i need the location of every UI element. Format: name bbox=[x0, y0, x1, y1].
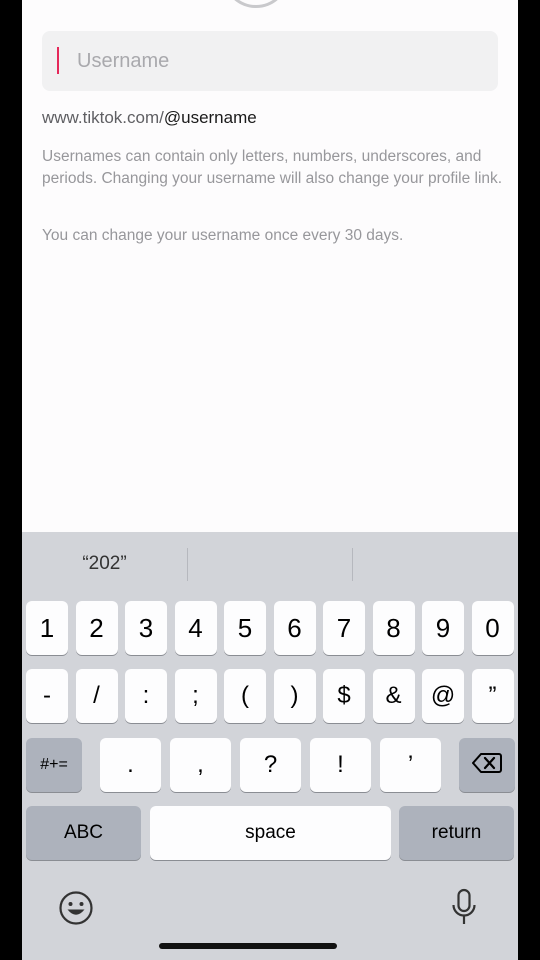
key-symbol[interactable]: : bbox=[125, 669, 167, 723]
key-label: 6 bbox=[287, 612, 302, 643]
key-label: 3 bbox=[138, 612, 154, 643]
key-punctuation[interactable]: . bbox=[100, 738, 161, 792]
key-digit[interactable]: 4 bbox=[174, 601, 217, 655]
key-label: ? bbox=[263, 751, 278, 778]
profile-url-prefix: www.tiktok.com/ bbox=[42, 108, 164, 127]
key-label: ! bbox=[337, 751, 344, 778]
key-label: 9 bbox=[435, 612, 451, 643]
username-edit-screen: www.tiktok.com/@username Usernames can c… bbox=[22, 0, 518, 960]
emoji-icon bbox=[58, 890, 94, 931]
key-symbol[interactable]: @ bbox=[422, 669, 464, 723]
key-label: @ bbox=[430, 682, 456, 709]
key-label: ’ bbox=[407, 751, 414, 778]
key-label: . bbox=[127, 751, 134, 778]
key-label: ) bbox=[290, 682, 299, 709]
delete-key[interactable] bbox=[459, 738, 515, 792]
key-digit[interactable]: 8 bbox=[372, 601, 415, 655]
return-key[interactable]: return bbox=[399, 806, 514, 860]
key-digit[interactable]: 9 bbox=[422, 601, 464, 655]
return-label: return bbox=[431, 822, 482, 843]
key-symbol[interactable]: / bbox=[75, 669, 118, 723]
key-label: ; bbox=[192, 682, 199, 709]
more-symbols-label: #+= bbox=[40, 756, 68, 773]
key-symbol[interactable]: - bbox=[26, 669, 68, 723]
dictation-button[interactable] bbox=[444, 888, 484, 932]
key-label: : bbox=[142, 682, 150, 709]
key-symbol[interactable]: ( bbox=[224, 669, 266, 723]
home-indicator bbox=[159, 943, 337, 949]
emoji-button[interactable] bbox=[56, 890, 96, 930]
space-label: space bbox=[245, 822, 296, 843]
username-input[interactable] bbox=[77, 31, 487, 91]
key-digit[interactable]: 2 bbox=[75, 601, 118, 655]
suggestion-3[interactable] bbox=[353, 532, 518, 596]
microphone-icon bbox=[450, 888, 478, 933]
key-label: 0 bbox=[485, 612, 500, 643]
text-caret bbox=[57, 47, 59, 74]
space-key[interactable]: space bbox=[150, 806, 391, 860]
key-symbol[interactable]: ; bbox=[174, 669, 217, 723]
key-digit[interactable]: 6 bbox=[273, 601, 316, 655]
key-label: 7 bbox=[336, 612, 352, 643]
suggestion-2[interactable] bbox=[188, 532, 352, 596]
more-symbols-key[interactable]: #+= bbox=[26, 738, 82, 792]
key-label: 2 bbox=[89, 612, 104, 643]
key-punctuation[interactable]: ’ bbox=[380, 738, 441, 792]
key-digit[interactable]: 0 bbox=[471, 601, 514, 655]
profile-link-preview: www.tiktok.com/@username bbox=[42, 108, 257, 128]
key-label: 1 bbox=[39, 612, 55, 643]
key-symbol[interactable]: ” bbox=[471, 669, 514, 723]
key-label: 8 bbox=[386, 612, 401, 643]
backspace-icon bbox=[472, 752, 502, 779]
key-label: , bbox=[197, 751, 204, 778]
key-label: / bbox=[93, 682, 100, 709]
key-label: ( bbox=[241, 682, 249, 709]
key-label: ” bbox=[488, 682, 497, 709]
predictive-bar: “202” bbox=[22, 532, 518, 596]
key-symbol[interactable]: $ bbox=[323, 669, 365, 723]
key-label: 4 bbox=[188, 612, 203, 643]
key-punctuation[interactable]: , bbox=[170, 738, 231, 792]
username-rules-text: Usernames can contain only letters, numb… bbox=[42, 148, 503, 187]
key-digit[interactable]: 3 bbox=[125, 601, 167, 655]
key-digit[interactable]: 1 bbox=[26, 601, 68, 655]
profile-url-handle: @username bbox=[163, 108, 257, 127]
abc-key[interactable]: ABC bbox=[26, 806, 141, 860]
key-label: 5 bbox=[237, 612, 253, 643]
key-digit[interactable]: 5 bbox=[224, 601, 266, 655]
suggestion-1[interactable]: “202” bbox=[22, 532, 187, 596]
username-change-limit-text: You can change your username once every … bbox=[42, 227, 404, 244]
keyboard: “202” 1 2 3 4 5 6 7 8 9 0 - /:; () $ & @ ” #+= .,?! ’ AB… bbox=[22, 532, 518, 960]
key-label: & bbox=[385, 682, 402, 709]
key-symbol[interactable]: ) bbox=[273, 669, 316, 723]
key-label: $ bbox=[337, 682, 351, 709]
username-field-container[interactable] bbox=[42, 31, 498, 91]
key-punctuation[interactable]: ! bbox=[310, 738, 371, 792]
abc-label: ABC bbox=[63, 822, 104, 843]
key-digit[interactable]: 7 bbox=[323, 601, 365, 655]
key-symbol[interactable]: & bbox=[372, 669, 415, 723]
key-punctuation[interactable]: ? bbox=[240, 738, 301, 792]
key-label: - bbox=[43, 682, 51, 709]
avatar bbox=[224, 0, 288, 8]
